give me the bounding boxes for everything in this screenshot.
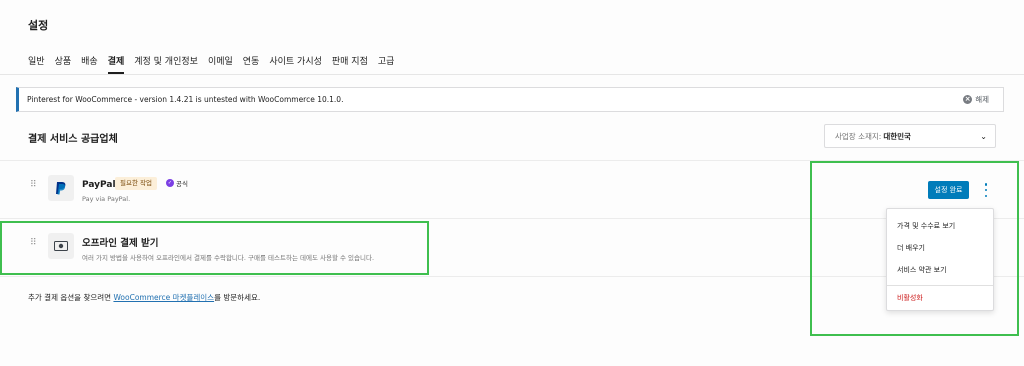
- country-select[interactable]: 사업장 소재지: 대한민국 ⌄: [824, 124, 996, 148]
- tab-site-visibility[interactable]: 사이트 가시성: [269, 54, 322, 74]
- menu-item-disable[interactable]: 비활성화: [897, 293, 923, 303]
- paypal-icon: [56, 182, 66, 195]
- plugin-notice: Pinterest for WooCommerce - version 1.4.…: [16, 87, 1004, 112]
- paypal-logo: [48, 175, 74, 201]
- divider: [0, 276, 1024, 277]
- offline-payments-logo: [48, 233, 74, 259]
- tab-integration[interactable]: 연동: [243, 54, 260, 74]
- menu-divider: [887, 285, 993, 286]
- cash-icon: [54, 241, 68, 251]
- complete-setup-button[interactable]: 설정 완료: [928, 181, 969, 199]
- marketplace-link[interactable]: WooCommerce 마켓플레이스: [113, 293, 214, 302]
- close-icon: ×: [963, 95, 973, 104]
- offline-payments-name: 오프라인 결제 받기: [82, 238, 159, 249]
- tab-accounts-privacy[interactable]: 계정 및 개인정보: [134, 54, 198, 74]
- menu-item-learn-more[interactable]: 더 배우기: [897, 243, 925, 253]
- menu-item-view-pricing[interactable]: 가격 및 수수료 보기: [897, 221, 955, 231]
- tab-emails[interactable]: 이메일: [208, 54, 233, 74]
- footer-prefix: 추가 결제 옵션을 찾으려면: [28, 293, 114, 302]
- divider: [0, 218, 1024, 219]
- drag-handle-icon[interactable]: ⠿: [30, 239, 38, 251]
- tab-advanced[interactable]: 고급: [378, 54, 395, 74]
- dismiss-label: 해제: [975, 95, 989, 104]
- section-title: 결제 서비스 공급업체: [28, 134, 118, 145]
- more-options-menu: 가격 및 수수료 보기 더 배우기 서비스 약관 보기 비활성화: [886, 208, 994, 311]
- official-label: 공식: [176, 180, 188, 188]
- tab-payments[interactable]: 결제: [107, 54, 125, 74]
- marketplace-note: 추가 결제 옵션을 찾으려면 WooCommerce 마켓플레이스를 방문하세요…: [28, 292, 260, 303]
- country-value: 대한민국: [883, 131, 911, 141]
- divider: [0, 160, 1024, 161]
- notice-text: Pinterest for WooCommerce - version 1.4.…: [27, 95, 344, 104]
- official-badge: ✓ 공식: [166, 178, 188, 188]
- tab-products[interactable]: 상품: [55, 54, 72, 74]
- tab-shipping[interactable]: 배송: [81, 54, 98, 74]
- footer-suffix: 를 방문하세요.: [214, 293, 261, 302]
- paypal-description: Pay via PayPal.: [82, 195, 131, 203]
- more-options-icon[interactable]: [982, 183, 990, 197]
- official-icon: ✓: [166, 179, 174, 187]
- country-prefix: 사업장 소재지:: [835, 131, 882, 141]
- chevron-down-icon: ⌄: [980, 132, 987, 141]
- tab-point-of-sale[interactable]: 판매 지점: [332, 54, 368, 74]
- drag-handle-icon[interactable]: ⠿: [30, 181, 38, 193]
- page-title: 설정: [28, 19, 49, 32]
- action-needed-badge: 필요한 작업: [115, 177, 157, 190]
- offline-payments-description: 여러 가지 방법을 사용하여 오프라인에서 결제를 수락합니다. 구매를 테스트…: [82, 254, 375, 262]
- tab-general[interactable]: 일반: [28, 54, 45, 74]
- dismiss-button[interactable]: × 해제: [963, 94, 989, 105]
- settings-tabs: 일반 상품 배송 결제 계정 및 개인정보 이메일 연동 사이트 가시성 판매 …: [28, 54, 404, 74]
- paypal-name: PayPal: [82, 180, 116, 190]
- tabs-divider: [0, 74, 1024, 75]
- menu-item-view-terms[interactable]: 서비스 약관 보기: [897, 265, 947, 275]
